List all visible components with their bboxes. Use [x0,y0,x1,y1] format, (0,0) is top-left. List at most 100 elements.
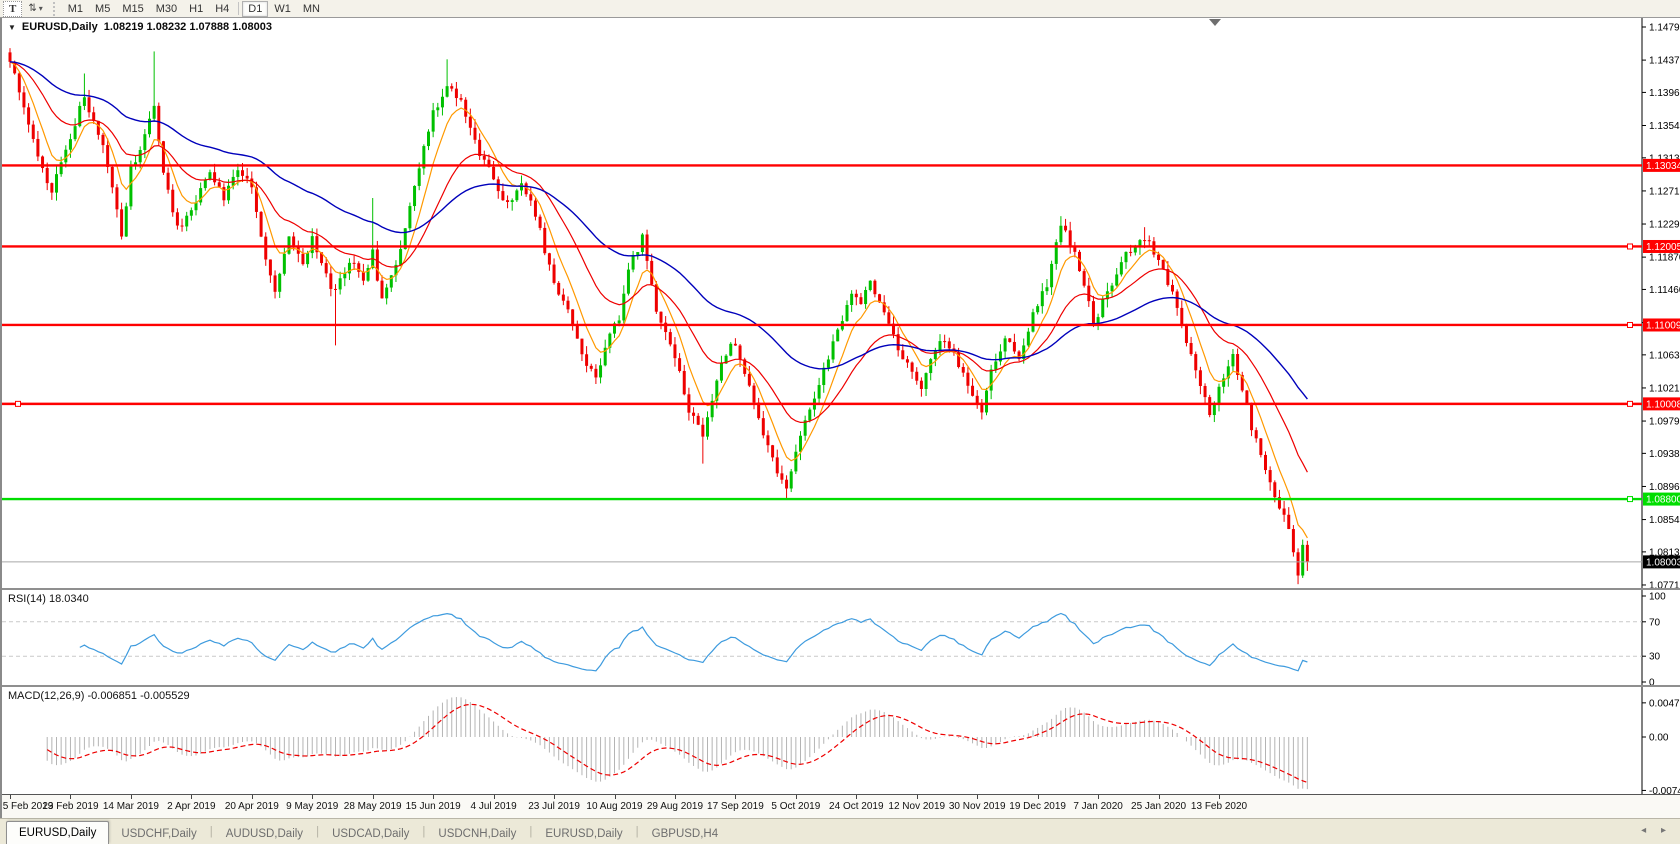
ma-slow-line [10,62,1307,399]
timeframe-button-m1[interactable]: M1 [62,1,89,17]
date-tick [70,795,71,799]
tab-divider: | [316,826,319,838]
hline-price-tag: 1.10008 [1646,399,1680,410]
macd-tick-label: 0.00473 [1649,698,1680,709]
date-label: 17 Sep 2019 [707,801,764,812]
date-axis[interactable]: 5 Feb 201923 Feb 201914 Mar 20192 Apr 20… [2,794,1680,818]
date-label: 13 Feb 2020 [1191,801,1247,812]
chart-window: 1.147901.143701.139601.135401.131301.127… [0,18,1680,818]
macd-label: MACD(12,26,9) -0.006851 -0.005529 [8,690,190,702]
date-label: 10 Aug 2019 [586,801,642,812]
chart-shift-marker[interactable] [1209,19,1221,26]
chart-tab-3[interactable]: USDCAD,Daily [320,823,421,844]
main-chart-canvas[interactable]: 1.147901.143701.139601.135401.131301.127… [2,18,1680,588]
timeframe-button-w1[interactable]: W1 [268,1,297,17]
hline-price-tag: 1.08800 [1646,495,1680,506]
date-tick [433,795,434,799]
price-tick-label: 1.14370 [1649,56,1680,67]
price-tick-label: 1.11460 [1649,285,1680,296]
chart-tab-0[interactable]: EURUSD,Daily [6,821,109,844]
tab-scroll-arrows[interactable]: ◂ ▸ [1641,825,1672,836]
macd-tick-label: -0.00740 [1649,786,1680,794]
timeframe-button-m15[interactable]: M15 [116,1,149,17]
date-label: 25 Jan 2020 [1131,801,1186,812]
date-tick [917,795,918,799]
timeframe-button-m5[interactable]: M5 [89,1,116,17]
date-tick [675,795,676,799]
macd-tick-label: 0.00 [1649,733,1669,744]
tab-divider: | [210,826,213,838]
tab-divider: | [422,826,425,838]
hline-1.10008[interactable]: 1.10008 [2,397,1680,410]
chart-tab-1[interactable]: USDCHF,Daily [109,823,208,844]
chart-tools-button[interactable]: ⇅ ▾ [22,1,48,17]
date-tick [494,795,495,799]
date-tick [977,795,978,799]
hline-1.12005[interactable]: 1.12005 [2,240,1680,253]
hline-1.08800[interactable]: 1.08800 [2,493,1680,506]
date-tick [1098,795,1099,799]
date-label: 12 Nov 2019 [888,801,945,812]
macd-canvas[interactable]: 0.00473 0.00 -0.00740 [2,687,1680,794]
rsi-tick-label: 100 [1649,592,1666,603]
date-label: 9 May 2019 [286,801,338,812]
price-tick-label: 1.08540 [1649,515,1680,526]
price-tick-label: 1.09380 [1649,449,1680,460]
timeframe-button-mn[interactable]: MN [297,1,326,17]
chart-tab-2[interactable]: AUDUSD,Daily [214,823,315,844]
chart-ohlc-values: 1.08219 1.08232 1.07888 1.08003 [104,21,272,33]
date-tick [615,795,616,799]
chart-tab-4[interactable]: USDCNH,Daily [426,823,528,844]
hline-price-tag: 1.11009 [1646,320,1680,331]
date-label: 14 Mar 2019 [103,801,159,812]
ma-fast-line [10,62,1307,538]
date-tick [252,795,253,799]
chart-dropdown-icon[interactable]: ▼ [8,23,16,32]
date-label: 20 Apr 2019 [225,801,279,812]
price-tick-label: 1.12710 [1649,186,1680,197]
toolbar-grip [53,2,58,16]
date-tick [1159,795,1160,799]
chart-title: ▼ EURUSD,Daily 1.08219 1.08232 1.07888 1… [8,21,272,33]
price-tick-label: 1.08960 [1649,482,1680,493]
macd-pane[interactable]: 0.00473 0.00 -0.00740 MACD(12,26,9) -0.006… [2,685,1680,794]
date-label: 30 Nov 2019 [949,801,1006,812]
price-tick-label: 1.12290 [1649,220,1680,231]
chart-tab-6[interactable]: GBPUSD,H4 [640,823,730,844]
date-label: 28 May 2019 [344,801,402,812]
date-tick [312,795,313,799]
date-label: 15 Jun 2019 [406,801,461,812]
price-tick-label: 1.14790 [1649,23,1680,34]
price-tick-label: 1.13960 [1649,88,1680,99]
timeframe-button-m30[interactable]: M30 [150,1,183,17]
main-chart-pane[interactable]: 1.147901.143701.139601.135401.131301.127… [2,18,1680,588]
macd-signal-line [47,704,1307,782]
tab-divider: | [636,826,639,838]
price-tick-label: 1.13540 [1649,121,1680,132]
timeframe-button-h1[interactable]: H1 [183,1,209,17]
date-label: 23 Feb 2019 [42,801,98,812]
chevron-down-icon: ▾ [39,4,43,13]
updown-arrows-icon: ⇅ [28,3,36,14]
chart-symbol-label: EURUSD,Daily [22,21,98,33]
date-label: 2 Apr 2019 [167,801,215,812]
rsi-canvas[interactable]: 10070300 [2,590,1680,685]
rsi-tick-label: 30 [1649,652,1661,663]
current-price-tag: 1.08003 [1646,557,1680,568]
date-tick [1038,795,1039,799]
price-tick-label: 1.07710 [1649,580,1680,588]
top-toolbar: T ⇅ ▾ M1M5M15M30H1H4 D1W1MN [0,0,1680,18]
hline-1.13034[interactable]: 1.13034 [2,159,1680,172]
date-label: 23 Jul 2019 [528,801,580,812]
price-tick-label: 1.11870 [1649,253,1680,264]
toolbar-divider [238,2,239,15]
date-label: 24 Oct 2019 [829,801,883,812]
hline-price-tag: 1.12005 [1646,242,1680,253]
date-tick [131,795,132,799]
price-tick-label: 1.10630 [1649,350,1680,361]
timeframe-button-d1[interactable]: D1 [242,1,268,17]
chart-tab-5[interactable]: EURUSD,Daily [533,823,634,844]
timeframe-button-h4[interactable]: H4 [209,1,235,17]
rsi-pane[interactable]: 10070300 RSI(14) 18.0340 [2,588,1680,685]
text-tool-button[interactable]: T [3,1,22,17]
